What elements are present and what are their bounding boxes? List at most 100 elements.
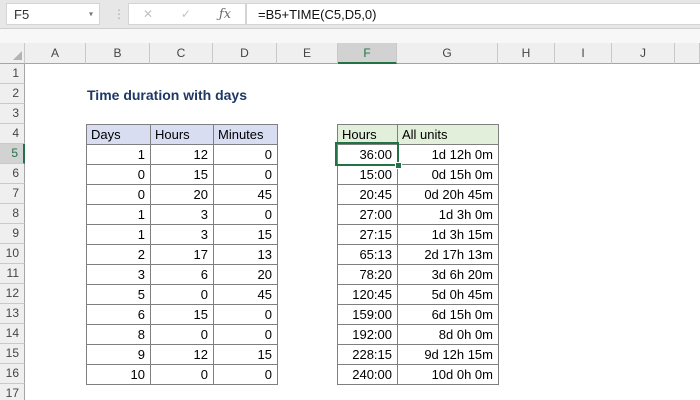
cell-C11[interactable]: 6 bbox=[151, 265, 214, 285]
formula-input[interactable]: =B5+TIME(C5,D5,0) bbox=[246, 3, 700, 25]
column-header-A[interactable]: A bbox=[25, 43, 86, 64]
cell-G12[interactable]: 5d 0h 45m bbox=[398, 285, 499, 305]
cell-B5[interactable]: 1 bbox=[87, 145, 151, 165]
cell-D5[interactable]: 0 bbox=[214, 145, 278, 165]
cell-B15[interactable]: 9 bbox=[87, 345, 151, 365]
cell-D8[interactable]: 0 bbox=[214, 205, 278, 225]
cell-C10[interactable]: 17 bbox=[151, 245, 214, 265]
cell-B16[interactable]: 10 bbox=[87, 365, 151, 385]
cell-F13[interactable]: 159:00 bbox=[338, 305, 398, 325]
row-header-7[interactable]: 7 bbox=[0, 184, 25, 204]
cell-D14[interactable]: 0 bbox=[214, 325, 278, 345]
cell-F11[interactable]: 78:20 bbox=[338, 265, 398, 285]
cell-G9[interactable]: 1d 3h 15m bbox=[398, 225, 499, 245]
cell-C7[interactable]: 20 bbox=[151, 185, 214, 205]
cell-G16[interactable]: 10d 0h 0m bbox=[398, 365, 499, 385]
cell-C14[interactable]: 0 bbox=[151, 325, 214, 345]
row-header-6[interactable]: 6 bbox=[0, 164, 25, 184]
cell-F10[interactable]: 65:13 bbox=[338, 245, 398, 265]
cell-G11[interactable]: 3d 6h 20m bbox=[398, 265, 499, 285]
cell-D9[interactable]: 15 bbox=[214, 225, 278, 245]
cell-F15[interactable]: 228:15 bbox=[338, 345, 398, 365]
cell-C6[interactable]: 15 bbox=[151, 165, 214, 185]
row-header-5[interactable]: 5 bbox=[0, 144, 25, 164]
column-header-H[interactable]: H bbox=[498, 43, 555, 64]
cell-G8[interactable]: 1d 3h 0m bbox=[398, 205, 499, 225]
cell-C5[interactable]: 12 bbox=[151, 145, 214, 165]
cell-C12[interactable]: 0 bbox=[151, 285, 214, 305]
cell-F9[interactable]: 27:15 bbox=[338, 225, 398, 245]
cell-B6[interactable]: 0 bbox=[87, 165, 151, 185]
cell-F5[interactable]: 36:00 bbox=[338, 145, 398, 165]
cell-B4[interactable]: Days bbox=[87, 125, 151, 145]
cell-B11[interactable]: 3 bbox=[87, 265, 151, 285]
column-header-J[interactable]: J bbox=[612, 43, 675, 64]
cell-D13[interactable]: 0 bbox=[214, 305, 278, 325]
column-header-C[interactable]: C bbox=[150, 43, 213, 64]
row-header-11[interactable]: 11 bbox=[0, 264, 25, 284]
row-header-4[interactable]: 4 bbox=[0, 124, 25, 144]
column-header-B[interactable]: B bbox=[86, 43, 150, 64]
cell-B7[interactable]: 0 bbox=[87, 185, 151, 205]
cell-G13[interactable]: 6d 15h 0m bbox=[398, 305, 499, 325]
cell-G7[interactable]: 0d 20h 45m bbox=[398, 185, 499, 205]
row-header-13[interactable]: 13 bbox=[0, 304, 25, 324]
cell-B10[interactable]: 2 bbox=[87, 245, 151, 265]
column-header-F[interactable]: F bbox=[338, 43, 397, 64]
cell-C13[interactable]: 15 bbox=[151, 305, 214, 325]
cell-C9[interactable]: 3 bbox=[151, 225, 214, 245]
row-header-17[interactable]: 17 bbox=[0, 384, 25, 400]
formula-bar-splitter-icon[interactable]: ⋮ bbox=[113, 3, 125, 25]
cell-B9[interactable]: 1 bbox=[87, 225, 151, 245]
cell-B13[interactable]: 6 bbox=[87, 305, 151, 325]
cancel-icon[interactable]: ✕ bbox=[143, 7, 153, 21]
cell-F14[interactable]: 192:00 bbox=[338, 325, 398, 345]
cell-F8[interactable]: 27:00 bbox=[338, 205, 398, 225]
select-all-corner[interactable] bbox=[0, 43, 25, 64]
row-header-2[interactable]: 2 bbox=[0, 84, 25, 104]
row-header-9[interactable]: 9 bbox=[0, 224, 25, 244]
cell-G10[interactable]: 2d 17h 13m bbox=[398, 245, 499, 265]
cell-G15[interactable]: 9d 12h 15m bbox=[398, 345, 499, 365]
row-header-12[interactable]: 12 bbox=[0, 284, 25, 304]
cell-D4[interactable]: Minutes bbox=[214, 125, 278, 145]
cell-B12[interactable]: 5 bbox=[87, 285, 151, 305]
row-header-15[interactable]: 15 bbox=[0, 344, 25, 364]
column-header-G[interactable]: G bbox=[397, 43, 498, 64]
column-header-partial[interactable] bbox=[675, 43, 700, 64]
cell-G6[interactable]: 0d 15h 0m bbox=[398, 165, 499, 185]
insert-function-icon[interactable]: ƒx bbox=[219, 7, 231, 22]
cell-D6[interactable]: 0 bbox=[214, 165, 278, 185]
row-header-3[interactable]: 3 bbox=[0, 104, 25, 124]
fill-handle[interactable] bbox=[395, 162, 402, 169]
row-header-10[interactable]: 10 bbox=[0, 244, 25, 264]
cell-D11[interactable]: 20 bbox=[214, 265, 278, 285]
name-box[interactable]: F5 ▾ bbox=[6, 3, 100, 25]
cell-C8[interactable]: 3 bbox=[151, 205, 214, 225]
column-header-E[interactable]: E bbox=[277, 43, 338, 64]
cell-D10[interactable]: 13 bbox=[214, 245, 278, 265]
cell-G5[interactable]: 1d 12h 0m bbox=[398, 145, 499, 165]
cell-D15[interactable]: 15 bbox=[214, 345, 278, 365]
cell-C15[interactable]: 12 bbox=[151, 345, 214, 365]
cell-D12[interactable]: 45 bbox=[214, 285, 278, 305]
cell-F4[interactable]: Hours bbox=[338, 125, 398, 145]
column-header-I[interactable]: I bbox=[555, 43, 612, 64]
cell-C16[interactable]: 0 bbox=[151, 365, 214, 385]
row-header-8[interactable]: 8 bbox=[0, 204, 25, 224]
cell-F6[interactable]: 15:00 bbox=[338, 165, 398, 185]
name-box-dropdown-icon[interactable]: ▾ bbox=[89, 9, 93, 18]
cell-B2[interactable]: Time duration with days bbox=[87, 85, 247, 105]
row-header-14[interactable]: 14 bbox=[0, 324, 25, 344]
cell-F16[interactable]: 240:00 bbox=[338, 365, 398, 385]
cell-D7[interactable]: 45 bbox=[214, 185, 278, 205]
cell-F12[interactable]: 120:45 bbox=[338, 285, 398, 305]
cell-G4[interactable]: All units bbox=[398, 125, 499, 145]
column-header-D[interactable]: D bbox=[213, 43, 277, 64]
enter-icon[interactable]: ✓ bbox=[181, 7, 191, 21]
cell-D16[interactable]: 0 bbox=[214, 365, 278, 385]
row-header-1[interactable]: 1 bbox=[0, 64, 25, 84]
cell-G14[interactable]: 8d 0h 0m bbox=[398, 325, 499, 345]
cell-C4[interactable]: Hours bbox=[151, 125, 214, 145]
cell-F7[interactable]: 20:45 bbox=[338, 185, 398, 205]
